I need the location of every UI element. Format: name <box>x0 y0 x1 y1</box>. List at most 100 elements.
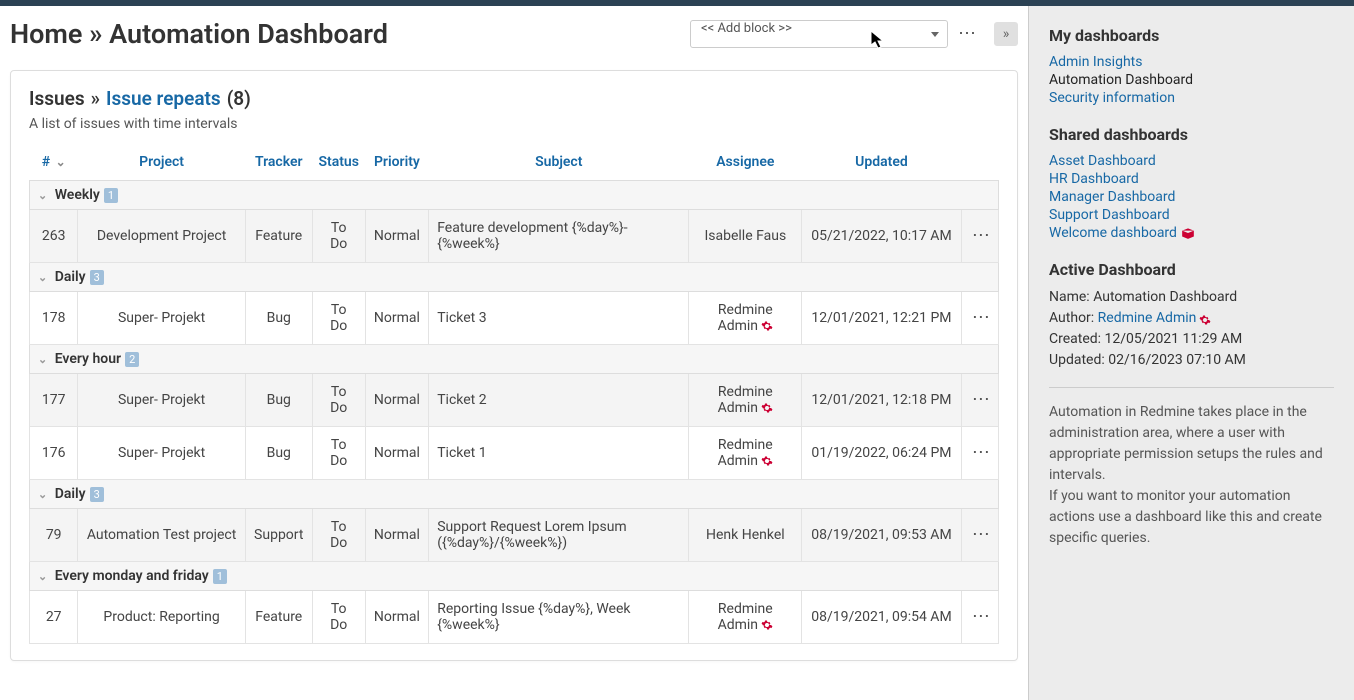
author-link[interactable]: Redmine Admin <box>1098 310 1197 326</box>
cell-priority: Normal <box>365 292 429 345</box>
group-row[interactable]: ⌄ Weekly1 <box>30 181 999 210</box>
cell-subject: Reporting Issue {%day%}, Week {%week%} <box>429 591 689 644</box>
group-count-badge: 3 <box>90 270 104 285</box>
ellipsis-icon[interactable]: ⋯ <box>972 442 990 463</box>
gear-icon <box>761 619 773 631</box>
table-row[interactable]: 177Super- ProjektBugTo DoNormalTicket 2R… <box>30 374 999 427</box>
group-row[interactable]: ⌄ Every hour 2 <box>30 345 999 374</box>
table-row[interactable]: 263Development ProjectFeatureTo DoNormal… <box>30 210 999 263</box>
table-row[interactable]: 178Super- ProjektBugTo DoNormalTicket 3R… <box>30 292 999 345</box>
col-status[interactable]: Status <box>312 144 365 181</box>
header-actions-menu[interactable]: ⋯ <box>958 25 976 43</box>
cell-subject: Ticket 3 <box>429 292 689 345</box>
shared-dashboards-list: Asset Dashboard HR Dashboard Manager Dashb… <box>1049 152 1334 242</box>
ellipsis-icon[interactable]: ⋯ <box>972 524 990 545</box>
ellipsis-icon[interactable]: ⋯ <box>972 389 990 410</box>
col-project[interactable]: Project <box>78 144 245 181</box>
cell-id: 178 <box>30 292 78 345</box>
cell-updated: 12/01/2021, 12:18 PM <box>802 374 961 427</box>
cell-project: Super- Projekt <box>78 427 245 480</box>
row-actions[interactable]: ⋯ <box>961 591 998 644</box>
my-dashboards-heading: My dashboards <box>1049 26 1334 45</box>
breadcrumb-sep: » <box>89 18 102 50</box>
dashboard-link[interactable]: Manager Dashboard <box>1049 189 1175 205</box>
cell-priority: Normal <box>365 427 429 480</box>
table-row[interactable]: 27Product: ReportingFeatureTo DoNormalRe… <box>30 591 999 644</box>
sidebar-item[interactable]: Automation Dashboard <box>1049 71 1334 89</box>
cell-assignee: Redmine Admin <box>689 292 802 345</box>
home-link[interactable]: Home <box>10 18 82 50</box>
cell-subject: Feature development {%day%}-{%week%} <box>429 210 689 263</box>
ellipsis-icon[interactable]: ⋯ <box>972 606 990 627</box>
cell-priority: Normal <box>365 591 429 644</box>
add-block-placeholder: << Add block >> <box>701 21 792 36</box>
cell-id: 176 <box>30 427 78 480</box>
main-content: Home » Automation Dashboard << Add block… <box>0 6 1028 700</box>
col-assignee[interactable]: Assignee <box>689 144 802 181</box>
gear-icon <box>1199 312 1211 324</box>
group-count-badge: 1 <box>213 569 227 584</box>
sidebar-item[interactable]: Admin Insights <box>1049 53 1334 71</box>
cell-id: 79 <box>30 509 78 562</box>
group-label: Every monday and friday <box>55 568 209 584</box>
issue-repeats-link[interactable]: Issue repeats <box>106 87 221 110</box>
sidebar-item[interactable]: Welcome dashboard <box>1049 224 1334 242</box>
col-updated[interactable]: Updated <box>802 144 961 181</box>
row-actions[interactable]: ⋯ <box>961 427 998 480</box>
table-row[interactable]: 176Super- ProjektBugTo DoNormalTicket 1R… <box>30 427 999 480</box>
dashboard-link[interactable]: Admin Insights <box>1049 54 1142 70</box>
cell-status: To Do <box>312 591 365 644</box>
cell-subject: Support Request Lorem Ipsum ({%day%}/{%w… <box>429 509 689 562</box>
cell-assignee: Henk Henkel <box>689 509 802 562</box>
chevron-down-icon: ⌄ <box>38 189 47 202</box>
dashboard-link[interactable]: Welcome dashboard <box>1049 225 1177 241</box>
col-priority[interactable]: Priority <box>365 144 429 181</box>
group-count-badge: 2 <box>125 352 139 367</box>
ellipsis-icon[interactable]: ⋯ <box>972 225 990 246</box>
cell-updated: 08/19/2021, 09:54 AM <box>802 591 961 644</box>
ellipsis-icon[interactable]: ⋯ <box>972 307 990 328</box>
group-label: Every hour <box>55 351 121 367</box>
row-actions[interactable]: ⋯ <box>961 292 998 345</box>
col-subject[interactable]: Subject <box>429 144 689 181</box>
cell-project: Super- Projekt <box>78 374 245 427</box>
sidebar-item[interactable]: HR Dashboard <box>1049 170 1334 188</box>
dashboard-link[interactable]: Security information <box>1049 90 1175 106</box>
cell-assignee: Redmine Admin <box>689 374 802 427</box>
sidebar-item[interactable]: Asset Dashboard <box>1049 152 1334 170</box>
issues-block: Issues » Issue repeats (8) A list of iss… <box>10 70 1018 661</box>
col-tracker[interactable]: Tracker <box>245 144 312 181</box>
cell-project: Automation Test project <box>78 509 245 562</box>
sidebar-item[interactable]: Security information <box>1049 89 1334 107</box>
sidebar-item[interactable]: Manager Dashboard <box>1049 188 1334 206</box>
group-row[interactable]: ⌄ Daily3 <box>30 263 999 292</box>
sidebar: My dashboards Admin InsightsAutomation D… <box>1028 6 1354 700</box>
cell-priority: Normal <box>365 509 429 562</box>
cell-tracker: Bug <box>245 292 312 345</box>
row-actions[interactable]: ⋯ <box>961 210 998 263</box>
cell-assignee: Isabelle Faus <box>689 210 802 263</box>
dashboard-link[interactable]: Asset Dashboard <box>1049 153 1156 169</box>
add-block-select[interactable]: << Add block >> <box>690 20 948 48</box>
group-label: Weekly <box>55 187 100 203</box>
table-row[interactable]: 79Automation Test projectSupportTo DoNor… <box>30 509 999 562</box>
cell-tracker: Feature <box>245 591 312 644</box>
sidebar-item[interactable]: Support Dashboard <box>1049 206 1334 224</box>
cell-priority: Normal <box>365 210 429 263</box>
dashboard-link[interactable]: HR Dashboard <box>1049 171 1139 187</box>
cell-updated: 05/21/2022, 10:17 AM <box>802 210 961 263</box>
gear-icon <box>761 455 773 467</box>
chevron-down-icon: ⌄ <box>56 155 66 169</box>
collapse-sidebar-button[interactable]: » <box>994 22 1018 46</box>
chevron-down-icon: ⌄ <box>38 353 47 366</box>
my-dashboards-list: Admin InsightsAutomation DashboardSecuri… <box>1049 53 1334 107</box>
row-actions[interactable]: ⋯ <box>961 509 998 562</box>
dashboard-name: Automation Dashboard <box>109 18 388 50</box>
dashboard-link[interactable]: Support Dashboard <box>1049 207 1170 223</box>
row-actions[interactable]: ⋯ <box>961 374 998 427</box>
group-row[interactable]: ⌄ Daily3 <box>30 480 999 509</box>
cell-assignee: Redmine Admin <box>689 591 802 644</box>
col-id[interactable]: # ⌄ <box>30 144 78 181</box>
cell-status: To Do <box>312 427 365 480</box>
group-row[interactable]: ⌄ Every monday and friday1 <box>30 562 999 591</box>
